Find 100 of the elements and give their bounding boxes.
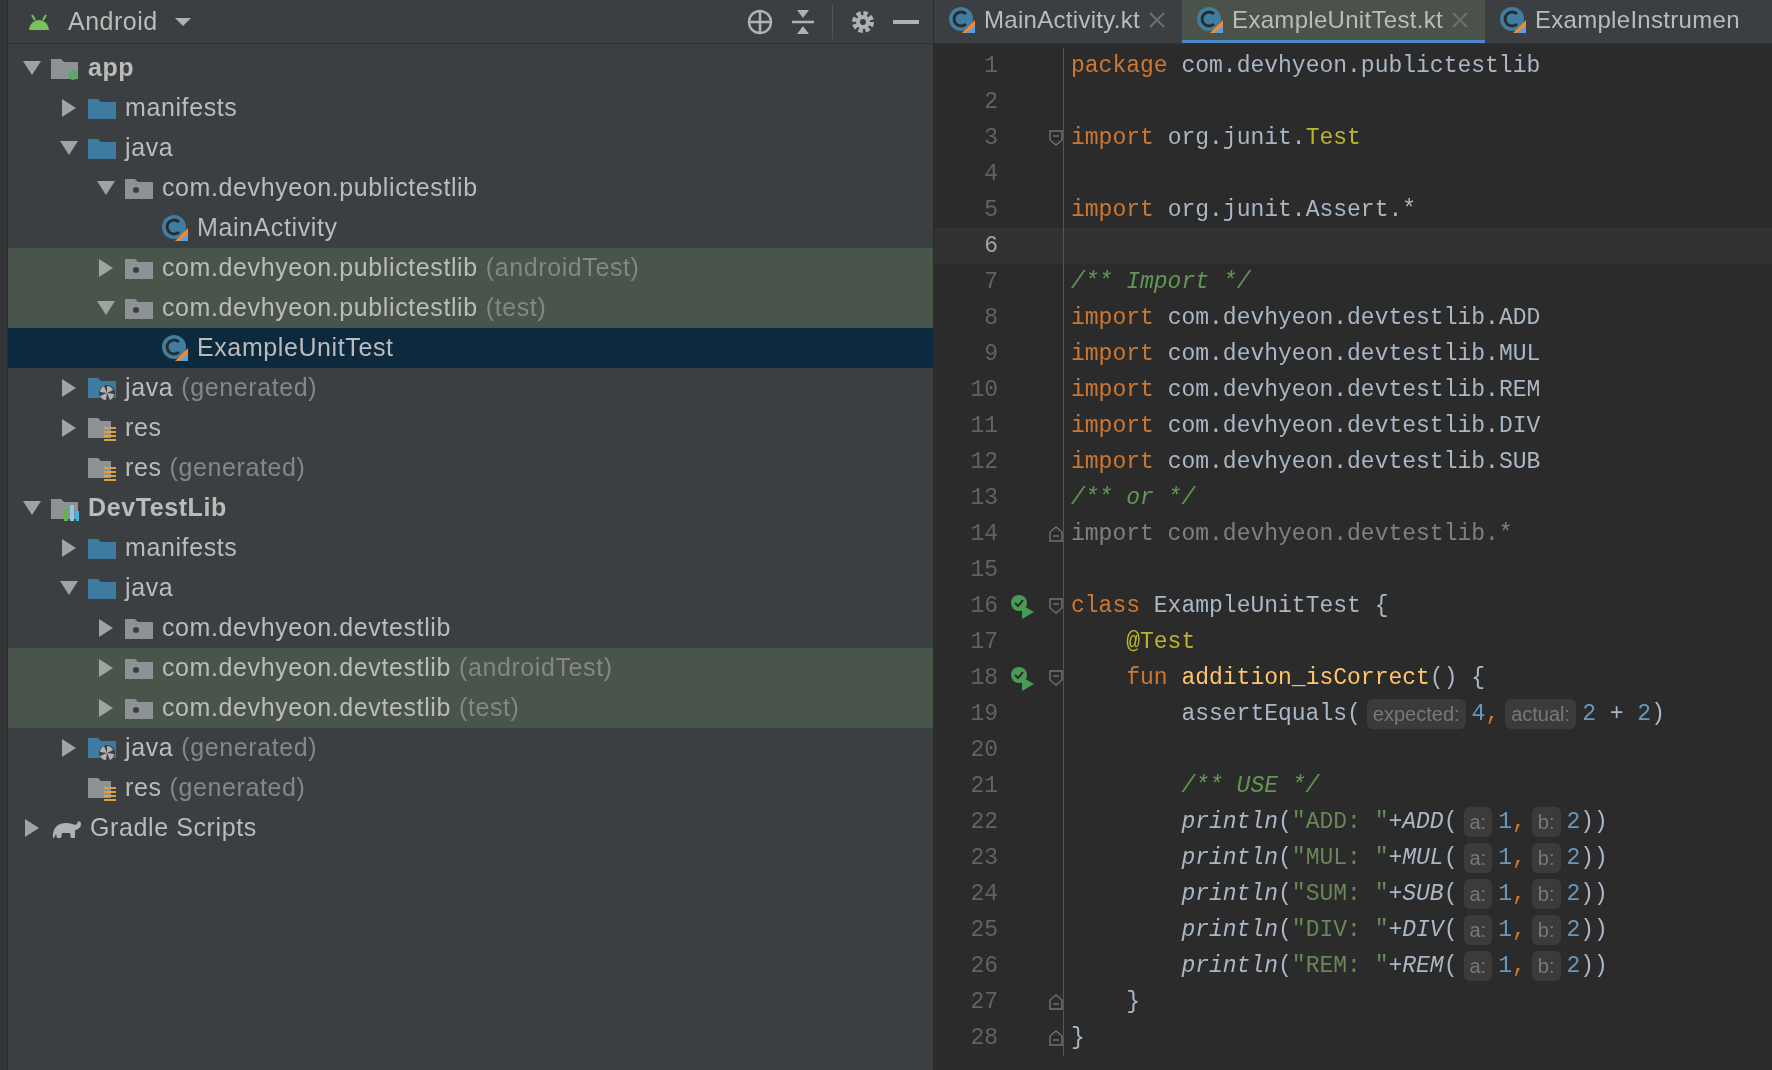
- tree-item-label: res: [125, 412, 162, 444]
- line-number: 1: [983, 51, 998, 81]
- line-number: 20: [969, 735, 998, 765]
- parameter-hint: a:: [1463, 879, 1493, 909]
- fold-icon[interactable]: [1049, 130, 1063, 146]
- tree-item[interactable]: res: [8, 408, 933, 448]
- fold-icon[interactable]: [1049, 598, 1063, 614]
- line-number: 2: [983, 87, 998, 117]
- tree-item[interactable]: res (generated): [8, 448, 933, 488]
- expanded-arrow-icon[interactable]: [59, 139, 79, 157]
- folder-icon: [87, 576, 117, 600]
- kotlin-class-icon: [948, 6, 976, 34]
- expanded-arrow-icon[interactable]: [59, 579, 79, 597]
- code-text: println("ADD: "+ADD(: [1181, 807, 1458, 837]
- minimize-icon[interactable]: [893, 19, 919, 24]
- tree-item[interactable]: DevTestLib: [8, 488, 933, 528]
- parameter-hint: a:: [1463, 951, 1493, 981]
- tree-item[interactable]: MainActivity: [8, 208, 933, 248]
- code-text: /** Import */: [1071, 267, 1251, 297]
- fold-icon[interactable]: [1049, 670, 1063, 686]
- tree-item-label: Gradle Scripts: [90, 812, 257, 844]
- tree-item-label: MainActivity: [197, 212, 338, 244]
- line-number: 12: [969, 447, 998, 477]
- tree-item-label: java: [125, 732, 174, 764]
- code-text: 2)): [1566, 879, 1608, 909]
- tree-item[interactable]: com.devhyeon.devtestlib (test): [8, 688, 933, 728]
- code-text: 1,: [1498, 951, 1526, 981]
- expanded-arrow-icon[interactable]: [22, 499, 42, 517]
- code-text: 2)): [1566, 951, 1608, 981]
- tree-item-label: com.devhyeon.devtestlib: [162, 692, 451, 724]
- code-text: fun addition_isCorrect() {: [1126, 663, 1486, 693]
- code-text: /** USE */: [1181, 771, 1320, 801]
- tree-item-label: manifests: [125, 532, 238, 564]
- parameter-hint: b:: [1531, 843, 1561, 873]
- fold-end-icon[interactable]: [1049, 1030, 1063, 1046]
- code-text: import org.junit.Test: [1071, 123, 1361, 153]
- code-text: 1,: [1498, 807, 1526, 837]
- line-number: 10: [969, 375, 998, 405]
- tree-item[interactable]: java: [8, 128, 933, 168]
- tree-item[interactable]: com.devhyeon.devtestlib: [8, 608, 933, 648]
- tree-item[interactable]: com.devhyeon.publictestlib (test): [8, 288, 933, 328]
- tree-item-label: res: [125, 772, 162, 804]
- line-number: 6: [983, 231, 998, 261]
- fold-end-icon[interactable]: [1049, 526, 1063, 542]
- tree-item[interactable]: com.devhyeon.devtestlib (androidTest): [8, 648, 933, 688]
- expanded-arrow-icon[interactable]: [96, 299, 116, 317]
- expanded-arrow-icon[interactable]: [22, 59, 42, 77]
- line-number: 8: [983, 303, 998, 333]
- caret-icon[interactable]: [173, 16, 192, 27]
- kotlin-class-icon: [161, 334, 189, 362]
- expanded-arrow-icon[interactable]: [96, 179, 116, 197]
- code-text: 1,: [1498, 879, 1526, 909]
- tree-item[interactable]: com.devhyeon.publictestlib (androidTest): [8, 248, 933, 288]
- run-test-icon[interactable]: [1009, 665, 1035, 691]
- tree-item[interactable]: ExampleUnitTest: [8, 328, 933, 368]
- tree-item-note: (generated): [169, 772, 306, 804]
- code-text: 2 + 2): [1582, 699, 1665, 729]
- fold-end-icon[interactable]: [1049, 994, 1063, 1010]
- collapse-all-icon[interactable]: [790, 7, 816, 36]
- resource-folder-icon: [87, 455, 117, 481]
- tree-item-label: com.devhyeon.devtestlib: [162, 612, 451, 644]
- tree-item[interactable]: java (generated): [8, 368, 933, 408]
- tree-item-label: java: [125, 572, 174, 604]
- gear-folder-icon: [87, 375, 117, 401]
- parameter-hint: a:: [1463, 843, 1493, 873]
- folder-icon: [87, 536, 117, 560]
- tree-item-note: (androidTest): [485, 252, 640, 284]
- line-number: 16: [969, 591, 998, 621]
- tree-item[interactable]: java (generated): [8, 728, 933, 768]
- tree-item-note: (generated): [181, 732, 318, 764]
- line-number: 23: [969, 843, 998, 873]
- tree-item[interactable]: manifests: [8, 528, 933, 568]
- tree-item-label: java: [125, 372, 174, 404]
- tree-item[interactable]: java: [8, 568, 933, 608]
- code-text: }: [1071, 1023, 1085, 1053]
- crosshair-icon[interactable]: [746, 7, 774, 36]
- code-text: /** or */: [1071, 483, 1196, 513]
- run-test-icon[interactable]: [1009, 593, 1035, 619]
- code-text: }: [1126, 987, 1140, 1017]
- code-text: import com.devhyeon.devtestlib.*: [1071, 519, 1513, 549]
- tree-item-note: (test): [458, 692, 520, 724]
- tree-item[interactable]: com.devhyeon.publictestlib: [8, 168, 933, 208]
- editor-tab[interactable]: ExampleInstrumen: [1484, 0, 1756, 43]
- editor-tab[interactable]: ExampleUnitTest.kt: [1182, 0, 1485, 43]
- view-selector[interactable]: Android: [68, 2, 158, 41]
- tree-item[interactable]: Gradle Scripts: [8, 808, 933, 848]
- code-text: println("REM: "+REM(: [1181, 951, 1458, 981]
- tree-item[interactable]: res (generated): [8, 768, 933, 808]
- code-text: import org.junit.Assert.*: [1071, 195, 1417, 225]
- line-number: 24: [969, 879, 998, 909]
- parameter-hint: b:: [1531, 951, 1561, 981]
- resource-folder-icon: [87, 415, 117, 441]
- tree-item-label: java: [125, 132, 174, 164]
- code-text: class ExampleUnitTest {: [1071, 591, 1389, 621]
- line-number: 19: [969, 699, 998, 729]
- code-text: println("DIV: "+DIV(: [1181, 915, 1458, 945]
- editor-tab[interactable]: MainActivity.kt: [934, 0, 1183, 43]
- tree-item[interactable]: app: [8, 48, 933, 88]
- line-number: 4: [983, 159, 998, 189]
- tree-item[interactable]: manifests: [8, 88, 933, 128]
